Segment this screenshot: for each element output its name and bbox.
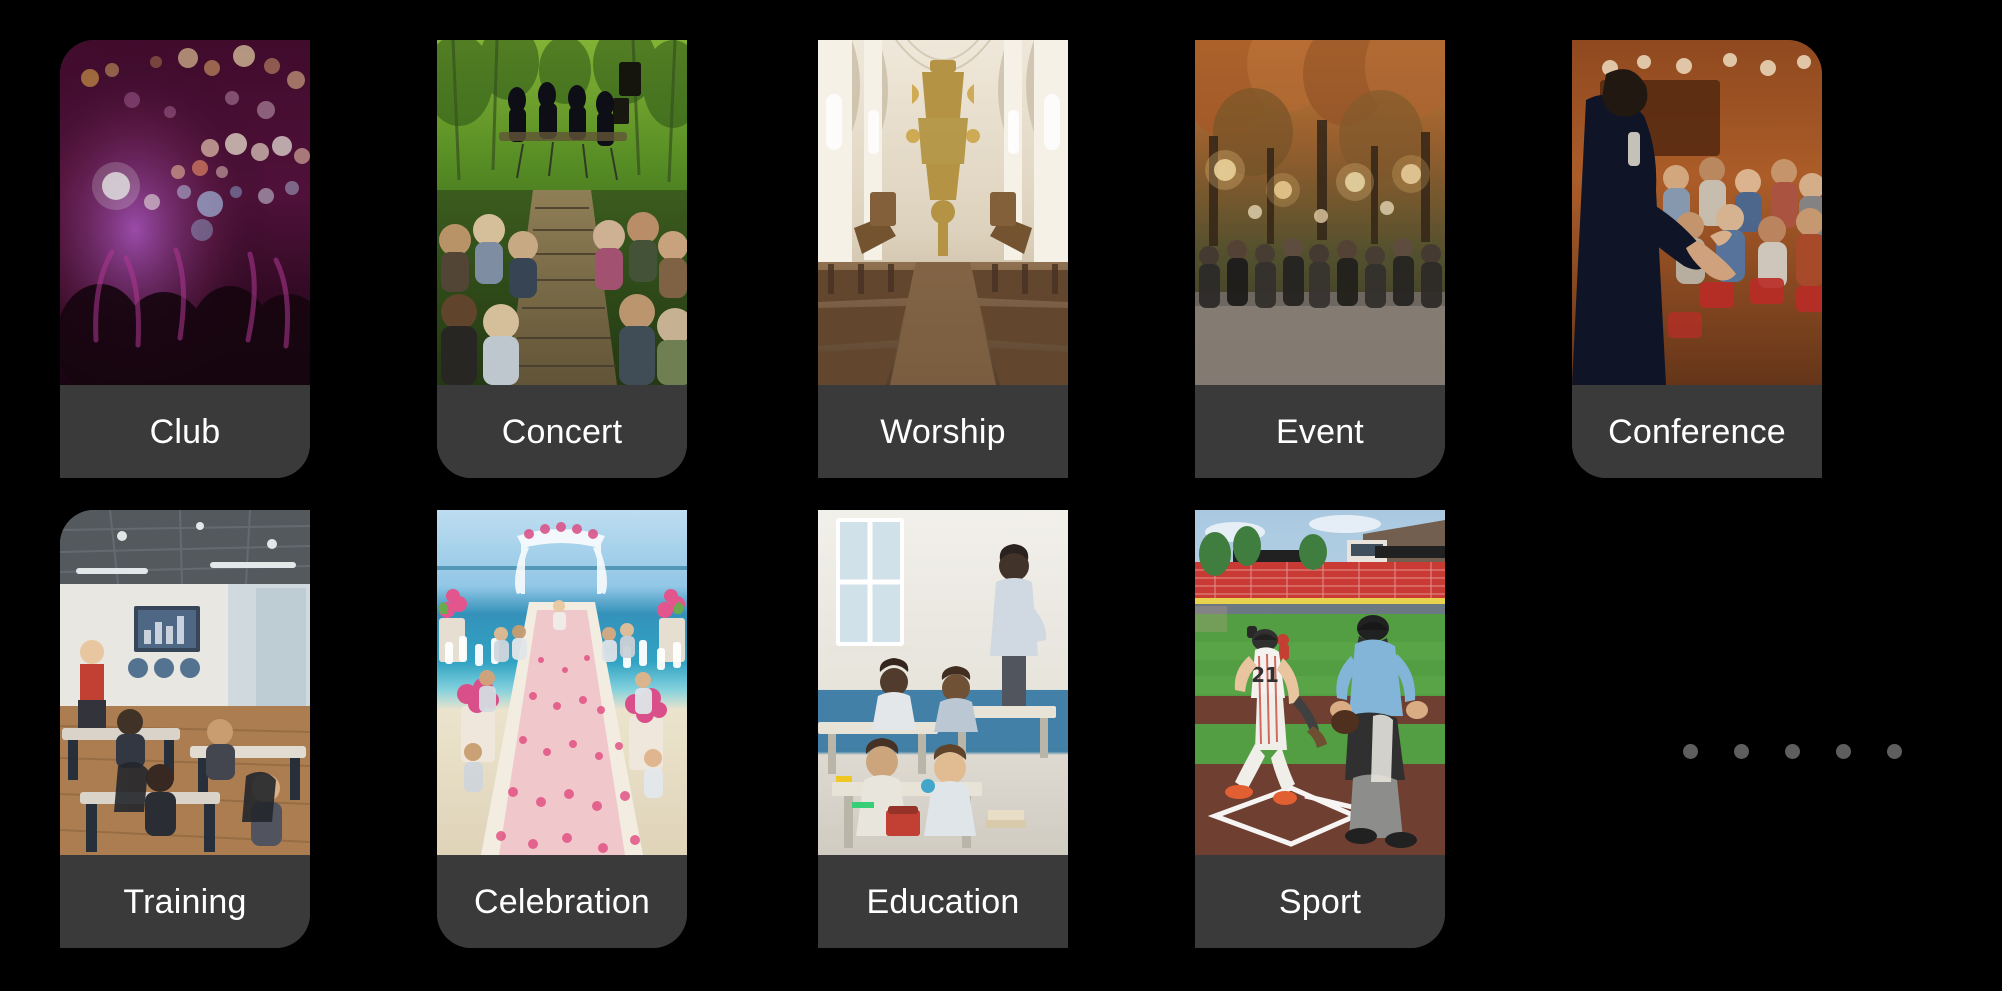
category-carousel: Club Concert Worship Event Conference Tr…	[0, 0, 2002, 991]
training-photo	[60, 510, 310, 855]
card-label-bar: Conference	[1572, 385, 1822, 478]
card-label-bar: Club	[60, 385, 310, 478]
category-card-concert[interactable]: Concert	[437, 40, 687, 478]
pagination-dots[interactable]	[1683, 743, 1902, 759]
category-label: Celebration	[473, 882, 651, 921]
card-label-bar: Training	[60, 855, 310, 948]
category-label: Sport	[1278, 882, 1362, 921]
category-card-education[interactable]: Education	[818, 510, 1068, 948]
category-card-club[interactable]: Club	[60, 40, 310, 478]
category-label: Conference	[1608, 412, 1786, 451]
category-card-event[interactable]: Event	[1195, 40, 1445, 478]
card-label-bar: Event	[1195, 385, 1445, 478]
carousel-row-2: Training Celebration Education 21 Sport	[0, 510, 2002, 948]
category-card-celebration[interactable]: Celebration	[437, 510, 687, 948]
pagination-dot-2[interactable]	[1734, 743, 1749, 759]
category-card-training[interactable]: Training	[60, 510, 310, 948]
category-label: Education	[866, 882, 1020, 921]
sport-photo: 21	[1195, 510, 1445, 855]
celebration-photo	[437, 510, 687, 855]
category-label: Training	[123, 882, 247, 921]
pagination-dot-5[interactable]	[1887, 743, 1902, 759]
worship-photo	[818, 40, 1068, 385]
category-card-sport[interactable]: 21 Sport	[1195, 510, 1445, 948]
category-label: Club	[149, 412, 221, 451]
card-label-bar: Sport	[1195, 855, 1445, 948]
category-card-conference[interactable]: Conference	[1572, 40, 1822, 478]
card-label-bar: Worship	[818, 385, 1068, 478]
carousel-row-1: Club Concert Worship Event Conference	[0, 40, 2002, 478]
pagination-dot-4[interactable]	[1836, 743, 1851, 759]
card-label-bar: Education	[818, 855, 1068, 948]
conference-photo	[1572, 40, 1822, 385]
card-label-bar: Celebration	[437, 855, 687, 948]
pagination-dot-1[interactable]	[1683, 743, 1698, 759]
education-photo	[818, 510, 1068, 855]
category-label: Worship	[880, 412, 1006, 451]
event-photo	[1195, 40, 1445, 385]
category-label: Concert	[501, 412, 623, 451]
concert-photo	[437, 40, 687, 385]
club-photo	[60, 40, 310, 385]
category-label: Event	[1276, 412, 1364, 451]
pagination-dot-3[interactable]	[1785, 743, 1800, 759]
category-card-worship[interactable]: Worship	[818, 40, 1068, 478]
card-label-bar: Concert	[437, 385, 687, 478]
